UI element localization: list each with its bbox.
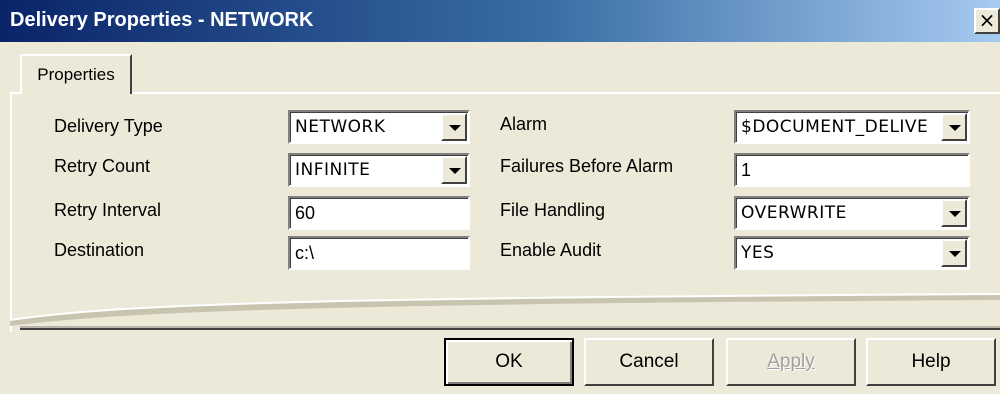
delivery-type-dropdown[interactable]: NETWORK: [288, 110, 470, 144]
destination-input[interactable]: c:\: [288, 236, 470, 270]
retry-count-label: Retry Count: [54, 156, 151, 176]
window-title: Delivery Properties - NETWORK: [10, 9, 314, 31]
enable-audit-label: Enable Audit: [500, 240, 602, 260]
destination-label: Destination: [54, 240, 145, 260]
torn-edge-divider: [9, 293, 1000, 330]
retry-interval-label: Retry Interval: [54, 200, 162, 220]
ok-button[interactable]: OK: [444, 338, 574, 386]
close-icon: ×: [978, 8, 996, 32]
close-button[interactable]: ×: [974, 8, 1000, 34]
chevron-down-icon[interactable]: [941, 113, 967, 141]
failures-before-alarm-label: Failures Before Alarm: [500, 156, 674, 176]
title-bar[interactable]: Delivery Properties - NETWORK ×: [0, 0, 1000, 42]
delivery-type-value: NETWORK: [295, 117, 386, 137]
apply-button[interactable]: Apply: [726, 338, 856, 386]
alarm-value: $DOCUMENT_DELIVE: [741, 117, 929, 137]
retry-count-dropdown[interactable]: INFINITE: [288, 153, 470, 187]
help-button[interactable]: Help: [866, 338, 996, 386]
delivery-properties-dialog: Delivery Properties - NETWORK × Properti…: [0, 0, 1000, 394]
enable-audit-value: YES: [741, 243, 775, 263]
file-handling-dropdown[interactable]: OVERWRITE: [734, 196, 970, 230]
file-handling-label: File Handling: [500, 200, 606, 220]
chevron-down-icon[interactable]: [941, 239, 967, 267]
alarm-dropdown[interactable]: $DOCUMENT_DELIVE: [734, 110, 970, 144]
apply-button-label: Apply: [767, 351, 815, 372]
alarm-label: Alarm: [500, 114, 548, 134]
retry-count-value: INFINITE: [295, 160, 371, 180]
delivery-type-label: Delivery Type: [54, 116, 163, 136]
file-handling-value: OVERWRITE: [741, 203, 847, 223]
enable-audit-dropdown[interactable]: YES: [734, 236, 970, 270]
failures-before-alarm-input[interactable]: 1: [734, 153, 970, 187]
retry-interval-input[interactable]: 60: [288, 196, 470, 230]
tab-properties[interactable]: Properties: [20, 54, 132, 94]
chevron-down-icon[interactable]: [441, 113, 467, 141]
cancel-button[interactable]: Cancel: [584, 338, 714, 386]
chevron-down-icon[interactable]: [441, 156, 467, 184]
chevron-down-icon[interactable]: [941, 199, 967, 227]
